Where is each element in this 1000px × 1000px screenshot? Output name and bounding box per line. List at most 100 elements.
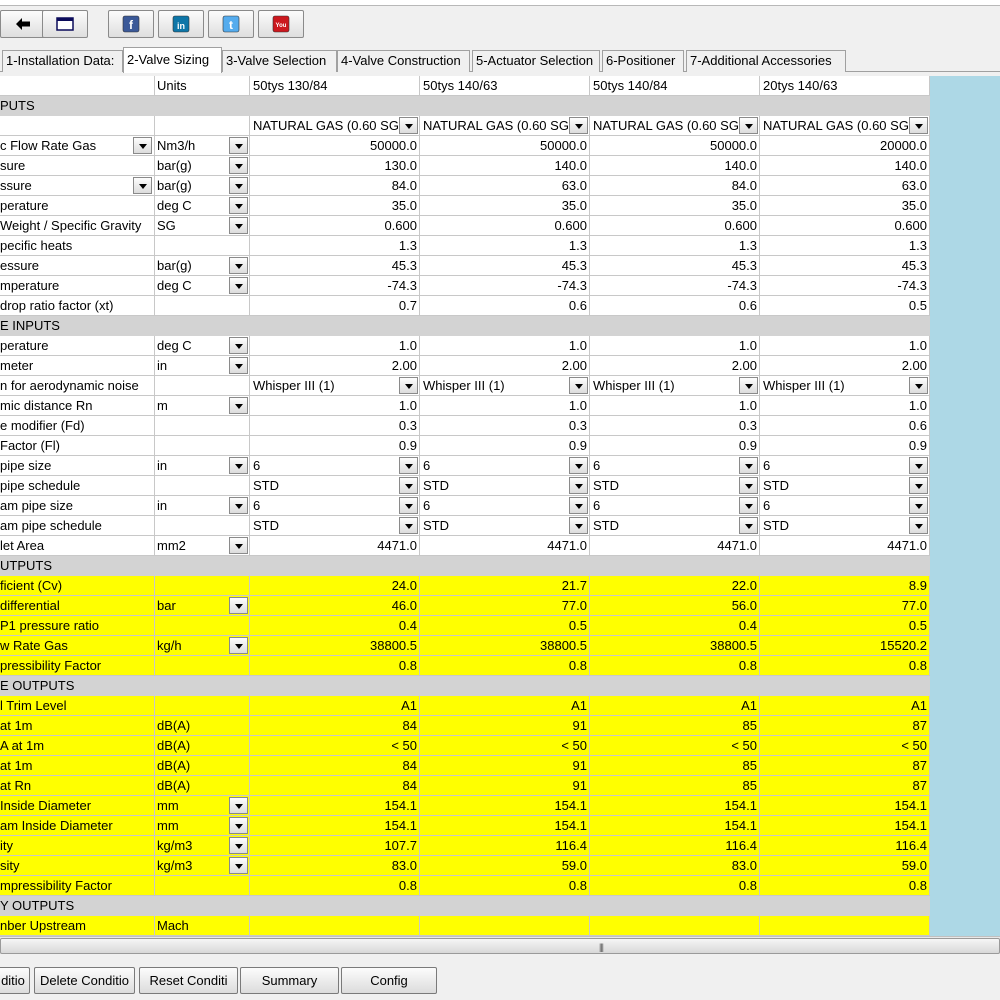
units-dropdown-icon[interactable] <box>229 597 248 614</box>
value-cell[interactable]: 91 <box>420 756 590 776</box>
value-cell[interactable]: 6 <box>250 496 420 516</box>
value-cell[interactable]: 4471.0 <box>250 536 420 556</box>
value-cell[interactable]: 38800.5 <box>590 636 760 656</box>
value-dropdown-icon[interactable] <box>909 517 928 534</box>
value-cell[interactable]: 0.8 <box>590 656 760 676</box>
units-cell[interactable]: Nm3/h <box>155 136 250 156</box>
value-cell[interactable]: 1.0 <box>590 336 760 356</box>
bottom-button-3[interactable]: Summary <box>240 967 339 994</box>
value-cell[interactable]: 0.3 <box>420 416 590 436</box>
value-cell[interactable]: STD <box>420 516 590 536</box>
value-cell[interactable]: 0.6 <box>590 296 760 316</box>
units-dropdown-icon[interactable] <box>229 457 248 474</box>
value-cell[interactable]: 50000.0 <box>250 136 420 156</box>
tab-1[interactable]: 2-Valve Sizing <box>123 47 222 73</box>
value-cell[interactable]: 85 <box>590 776 760 796</box>
value-cell[interactable]: 0.8 <box>250 876 420 896</box>
value-cell[interactable]: 0.3 <box>590 416 760 436</box>
value-cell[interactable]: 116.4 <box>590 836 760 856</box>
value-cell[interactable]: NATURAL GAS (0.60 SG <box>590 116 760 136</box>
value-cell[interactable]: 45.3 <box>760 256 930 276</box>
value-cell[interactable]: 0.600 <box>420 216 590 236</box>
value-dropdown-icon[interactable] <box>569 497 588 514</box>
value-cell[interactable]: 20000.0 <box>760 136 930 156</box>
value-cell[interactable]: -74.3 <box>760 276 930 296</box>
value-cell[interactable]: 4471.0 <box>420 536 590 556</box>
value-cell[interactable]: 0.5 <box>760 616 930 636</box>
tab-0[interactable]: 1-Installation Data: <box>2 50 123 72</box>
value-cell[interactable]: STD <box>590 516 760 536</box>
value-cell[interactable]: 154.1 <box>760 816 930 836</box>
value-cell[interactable]: 45.3 <box>420 256 590 276</box>
value-cell[interactable]: 2.00 <box>420 356 590 376</box>
value-cell[interactable]: 0.600 <box>590 216 760 236</box>
value-cell[interactable] <box>250 916 420 936</box>
value-cell[interactable]: 77.0 <box>760 596 930 616</box>
units-dropdown-icon[interactable] <box>229 157 248 174</box>
value-cell[interactable]: 83.0 <box>250 856 420 876</box>
value-cell[interactable]: < 50 <box>590 736 760 756</box>
value-cell[interactable]: 0.3 <box>250 416 420 436</box>
value-dropdown-icon[interactable] <box>569 517 588 534</box>
value-cell[interactable]: 0.9 <box>590 436 760 456</box>
value-cell[interactable]: STD <box>760 476 930 496</box>
value-cell[interactable]: 6 <box>420 456 590 476</box>
value-cell[interactable]: 0.4 <box>590 616 760 636</box>
tab-2[interactable]: 3-Valve Selection <box>222 50 337 72</box>
units-dropdown-icon[interactable] <box>229 397 248 414</box>
units-dropdown-icon[interactable] <box>229 217 248 234</box>
units-cell[interactable]: bar(g) <box>155 176 250 196</box>
value-cell[interactable]: < 50 <box>760 736 930 756</box>
value-cell[interactable]: 15520.2 <box>760 636 930 656</box>
value-dropdown-icon[interactable] <box>909 377 928 394</box>
value-cell[interactable]: 0.600 <box>250 216 420 236</box>
value-cell[interactable]: 6 <box>590 456 760 476</box>
youtube-button[interactable]: You <box>258 10 304 38</box>
value-cell[interactable]: 130.0 <box>250 156 420 176</box>
value-cell[interactable]: 50000.0 <box>590 136 760 156</box>
value-dropdown-icon[interactable] <box>739 377 758 394</box>
units-cell[interactable]: deg C <box>155 276 250 296</box>
window-button[interactable] <box>42 10 88 38</box>
value-cell[interactable]: 56.0 <box>590 596 760 616</box>
units-cell[interactable]: kg/m3 <box>155 856 250 876</box>
units-cell[interactable]: kg/m3 <box>155 836 250 856</box>
value-cell[interactable]: 84 <box>250 716 420 736</box>
units-cell[interactable]: in <box>155 496 250 516</box>
twitter-button[interactable]: t <box>208 10 254 38</box>
value-cell[interactable]: 154.1 <box>250 796 420 816</box>
units-dropdown-icon[interactable] <box>229 497 248 514</box>
value-cell[interactable]: 0.5 <box>420 616 590 636</box>
value-cell[interactable]: 22.0 <box>590 576 760 596</box>
value-dropdown-icon[interactable] <box>399 497 418 514</box>
value-cell[interactable]: 87 <box>760 776 930 796</box>
units-dropdown-icon[interactable] <box>229 357 248 374</box>
value-cell[interactable]: STD <box>420 476 590 496</box>
value-cell[interactable]: 84.0 <box>590 176 760 196</box>
value-dropdown-icon[interactable] <box>399 377 418 394</box>
value-cell[interactable]: 0.8 <box>420 876 590 896</box>
value-cell[interactable]: 154.1 <box>590 816 760 836</box>
units-cell[interactable]: SG <box>155 216 250 236</box>
linkedin-button[interactable]: in <box>158 10 204 38</box>
units-cell[interactable]: kg/h <box>155 636 250 656</box>
value-cell[interactable]: 6 <box>420 496 590 516</box>
value-cell[interactable]: Whisper III (1) <box>760 376 930 396</box>
value-dropdown-icon[interactable] <box>399 517 418 534</box>
value-cell[interactable]: 0.5 <box>760 296 930 316</box>
value-cell[interactable]: 0.8 <box>590 876 760 896</box>
units-cell[interactable]: mm <box>155 816 250 836</box>
value-cell[interactable]: A1 <box>590 696 760 716</box>
value-cell[interactable]: 45.3 <box>590 256 760 276</box>
value-cell[interactable]: STD <box>250 476 420 496</box>
tab-3[interactable]: 4-Valve Construction <box>337 50 470 72</box>
value-dropdown-icon[interactable] <box>569 477 588 494</box>
value-cell[interactable]: 0.7 <box>250 296 420 316</box>
value-cell[interactable]: 1.0 <box>590 396 760 416</box>
value-cell[interactable]: 154.1 <box>420 816 590 836</box>
units-cell[interactable]: in <box>155 356 250 376</box>
back-button[interactable] <box>0 10 46 38</box>
value-cell[interactable]: 6 <box>250 456 420 476</box>
value-cell[interactable]: 140.0 <box>590 156 760 176</box>
value-dropdown-icon[interactable] <box>569 117 588 134</box>
